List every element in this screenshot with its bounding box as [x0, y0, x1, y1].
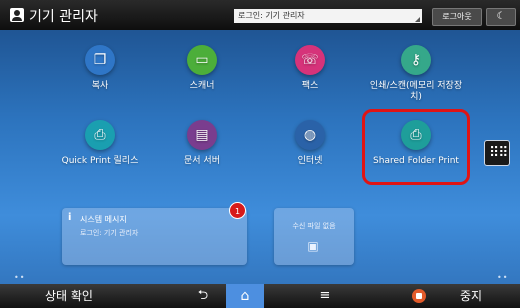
document-server-icon: ▤ [187, 120, 217, 150]
received-fax-widget[interactable]: 수신 파일 없음 ▣ [274, 208, 354, 265]
bottom-bar: 상태 확인 ⮌ ⌂ ≡ 중지 [0, 284, 520, 308]
app-internet[interactable]: ◍ 인터넷 [262, 120, 358, 167]
app-label: 복사 [91, 81, 109, 91]
stop-button[interactable]: 중지 [460, 287, 482, 305]
system-message-widget[interactable]: i 시스템 메시지 로그인: 기기 관리자 1 [62, 202, 247, 265]
user-icon [10, 8, 24, 22]
brightness-button[interactable]: ☾ [486, 8, 516, 26]
home-icon: ⌂ [240, 288, 250, 304]
fax-document-icon: ▣ [307, 239, 319, 253]
page-dots-right: •• [497, 273, 509, 282]
fax-icon: ☏ [295, 45, 325, 75]
app-label: Quick Print 릴리스 [61, 156, 139, 166]
copy-icon: ❐ [85, 45, 115, 75]
globe-icon: ◍ [295, 120, 325, 150]
app-copy[interactable]: ❐ 복사 [52, 45, 148, 92]
top-bar: 기기 관리자 로그인: 기기 관리자 로그아웃 ☾ [0, 0, 520, 30]
usb-memory-icon: ⚷ [401, 45, 431, 75]
app-label: 인쇄/스캔(메모리 저장장치) [369, 81, 463, 102]
app-list-button[interactable]: ⠿⠿ [484, 140, 510, 166]
crescent-moon-icon: ☾ [496, 11, 506, 22]
login-status-field[interactable]: 로그인: 기기 관리자 [234, 9, 422, 23]
menu-button[interactable]: ≡ [310, 287, 340, 305]
home-button[interactable]: ⌂ [226, 284, 264, 308]
home-screen: 기기 관리자 로그인: 기기 관리자 로그아웃 ☾ ❐ 복사 ▭ 스캐너 ☏ 팩… [0, 0, 520, 308]
grid-icon: ⠿⠿ [489, 145, 508, 161]
screen-title: 기기 관리자 [29, 9, 98, 25]
app-quick-print-release[interactable]: ⎙ Quick Print 릴리스 [52, 120, 148, 167]
quick-print-icon: ⎙ [85, 120, 115, 150]
system-message-title: 시스템 메시지 [80, 215, 127, 224]
app-label: 팩스 [301, 81, 319, 91]
notification-badge: 1 [229, 202, 246, 219]
login-status-text: 로그인: 기기 관리자 [238, 11, 305, 20]
received-fax-status: 수신 파일 없음 [292, 222, 336, 230]
app-scanner[interactable]: ▭ 스캐너 [154, 45, 250, 92]
app-label: 인터넷 [297, 156, 323, 166]
status-check-button[interactable]: 상태 확인 [24, 287, 114, 305]
logout-button[interactable]: 로그아웃 [432, 8, 482, 26]
app-print-scan-memory[interactable]: ⚷ 인쇄/스캔(메모리 저장장치) [368, 45, 464, 103]
app-label: 스캐너 [189, 81, 215, 91]
app-label: 문서 서버 [184, 156, 220, 166]
scanner-icon: ▭ [187, 45, 217, 75]
stop-icon[interactable] [412, 289, 426, 303]
system-message-text: 로그인: 기기 관리자 [80, 229, 139, 237]
back-arrow-icon: ⮌ [197, 288, 209, 303]
expand-corner-icon [415, 17, 420, 22]
back-button[interactable]: ⮌ [188, 287, 218, 305]
highlight-outline [362, 109, 470, 185]
app-fax[interactable]: ☏ 팩스 [262, 45, 358, 92]
info-icon: i [68, 212, 72, 223]
menu-icon: ≡ [319, 288, 331, 303]
app-document-server[interactable]: ▤ 문서 서버 [154, 120, 250, 167]
page-dots-left: •• [14, 273, 26, 282]
